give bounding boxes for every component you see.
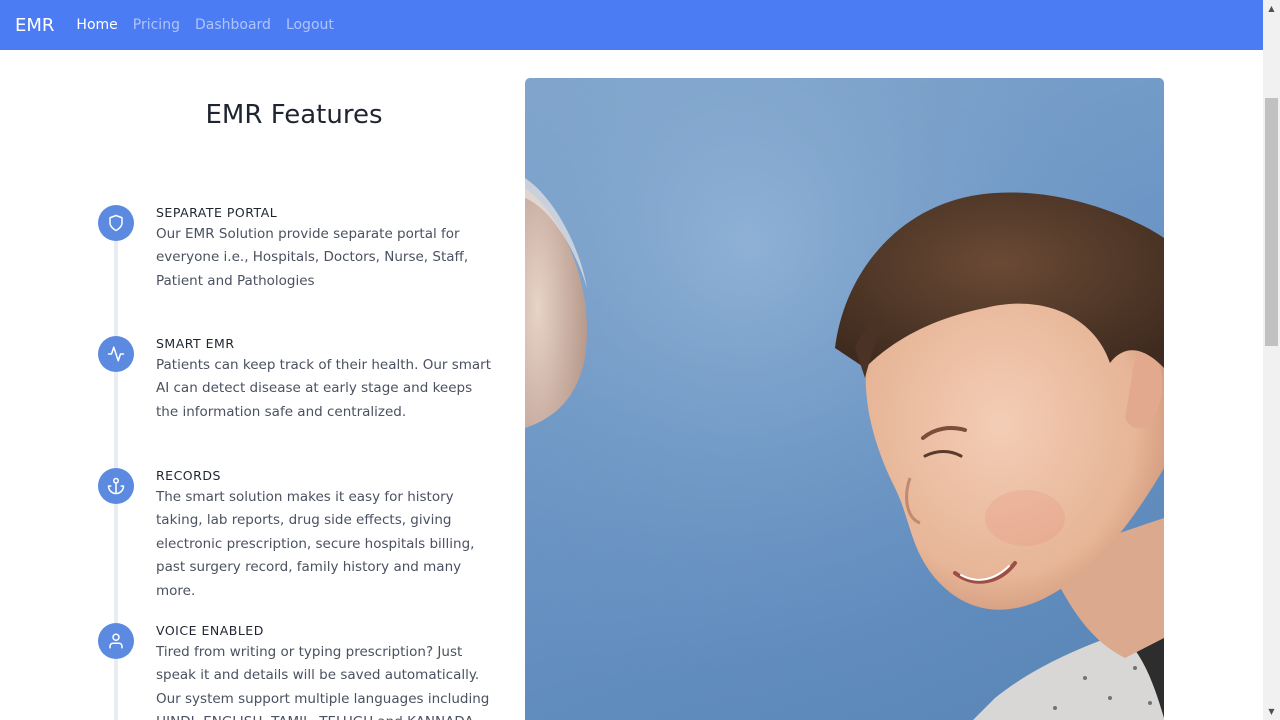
activity-icon [98,336,134,372]
feature-title: SMART EMR [156,336,235,351]
shield-icon [98,205,134,241]
feature-title: SEPARATE PORTAL [156,205,278,220]
feature-title: VOICE ENABLED [156,623,264,638]
scroll-up-icon[interactable]: ▲ [1263,0,1280,17]
page: EMR Home Pricing Dashboard Logout EMR Fe… [0,0,1280,720]
top-navbar: EMR Home Pricing Dashboard Logout [0,0,1263,50]
feature-description: Our EMR Solution provide separate portal… [156,226,469,289]
feature-title: RECORDS [156,468,221,483]
feature-description: The smart solution makes it easy for his… [156,489,475,599]
anchor-icon [98,468,134,504]
user-icon [98,623,134,659]
feature-description: Patients can keep track of their health.… [156,357,492,420]
feature-description: Tired from writing or typing prescriptio… [156,644,490,720]
vertical-scrollbar[interactable]: ▲ ▼ [1263,0,1280,720]
photo-illustration [525,78,1164,720]
hero-photo [525,78,1164,720]
nav-link-home[interactable]: Home [76,17,117,33]
nav-link-logout[interactable]: Logout [286,17,334,33]
scrollbar-thumb[interactable] [1265,98,1278,346]
nav-link-dashboard[interactable]: Dashboard [195,17,271,33]
page-title: EMR Features [205,100,383,130]
scroll-down-icon[interactable]: ▼ [1263,703,1280,720]
nav-link-pricing[interactable]: Pricing [133,17,180,33]
brand-logo[interactable]: EMR [15,15,54,36]
